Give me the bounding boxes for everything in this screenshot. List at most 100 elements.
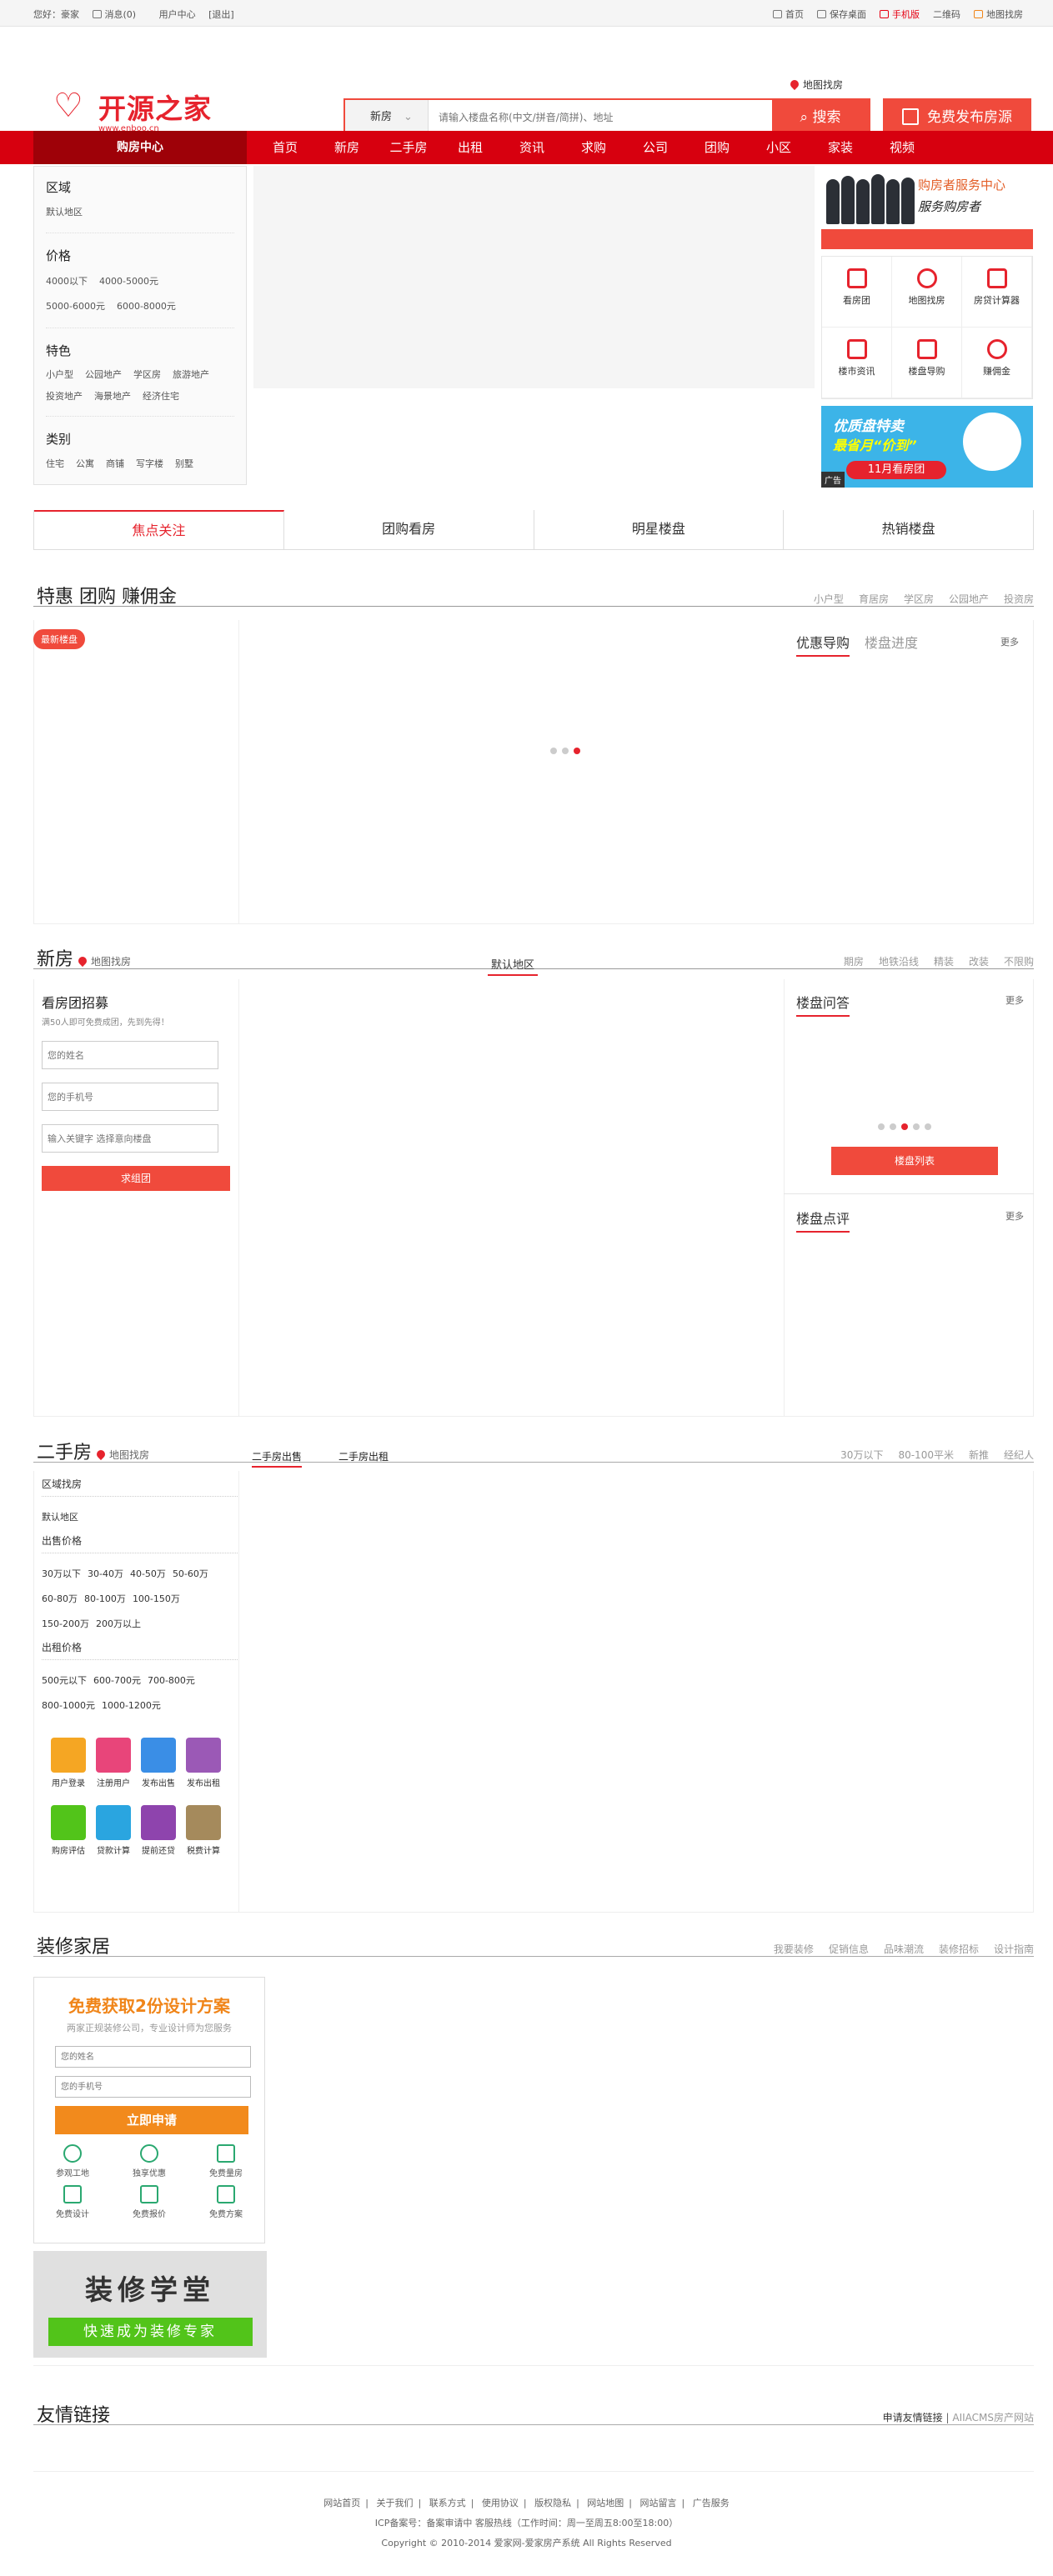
- tab-ershou-rent[interactable]: 二手房出租: [338, 1449, 389, 1463]
- newhouse-link[interactable]: 期房: [844, 954, 864, 968]
- aiia-link[interactable]: AIIACMS房产网站: [952, 2412, 1034, 2423]
- footer-link[interactable]: 关于我们: [376, 2498, 413, 2508]
- filter-option[interactable]: 经济住宅: [143, 391, 179, 402]
- filter-option[interactable]: 公寓: [76, 458, 94, 469]
- newhouse-link[interactable]: 改装: [969, 954, 989, 968]
- filter-option[interactable]: 60-80万: [42, 1593, 78, 1604]
- special-link[interactable]: 学区房: [904, 592, 934, 606]
- review-more-link[interactable]: 更多: [1005, 1209, 1024, 1223]
- service-market-news[interactable]: 楼市资讯: [822, 328, 892, 398]
- carousel-dot[interactable]: [925, 1123, 931, 1130]
- apply-now-button[interactable]: 立即申请: [55, 2106, 248, 2134]
- newhouse-link[interactable]: 地铁沿线: [879, 954, 919, 968]
- filter-option[interactable]: 小户型: [46, 369, 73, 380]
- newhouse-map-link[interactable]: 地图找房: [76, 954, 131, 968]
- service-loan-calculator[interactable]: 房贷计算器: [962, 257, 1032, 328]
- filter-option[interactable]: 投资地产: [46, 391, 83, 402]
- filter-option[interactable]: 500元以下: [42, 1675, 87, 1686]
- newest-projects-badge[interactable]: 最新楼盘: [33, 629, 85, 649]
- carousel-dot[interactable]: [562, 748, 569, 754]
- tab-focus[interactable]: 焦点关注: [34, 510, 284, 549]
- project-list-button[interactable]: 楼盘列表: [831, 1147, 998, 1175]
- tool-user-login[interactable]: 用户登录: [46, 1738, 91, 1788]
- filter-option[interactable]: 150-200万: [42, 1618, 89, 1629]
- filter-option[interactable]: 商铺: [106, 458, 124, 469]
- zhuangxiu-link[interactable]: 装修招标: [939, 1942, 979, 1956]
- zhuangxiu-link[interactable]: 我要装修: [774, 1942, 814, 1956]
- tab-ershou-sale[interactable]: 二手房出售: [252, 1449, 303, 1468]
- carousel-dot[interactable]: [550, 748, 557, 754]
- filter-option[interactable]: 4000-5000元: [99, 276, 158, 287]
- service-earn-commission[interactable]: 赚佣金: [962, 328, 1032, 398]
- ershou-link[interactable]: 新推: [969, 1448, 989, 1462]
- ershou-link[interactable]: 80-100平米: [898, 1448, 954, 1462]
- footer-link[interactable]: 网站地图: [587, 2498, 624, 2508]
- special-more-link[interactable]: 更多: [1000, 635, 1019, 648]
- review-title[interactable]: 楼盘点评: [796, 1208, 850, 1233]
- tab-star-projects[interactable]: 明星楼盘: [534, 510, 785, 549]
- carousel-dot-active[interactable]: [901, 1123, 908, 1130]
- nav-item-home[interactable]: 首页: [254, 131, 316, 164]
- tool-loan-calc[interactable]: 贷款计算: [91, 1805, 136, 1856]
- tab-project-progress[interactable]: 楼盘进度: [865, 632, 918, 657]
- filter-option[interactable]: 700-800元: [148, 1675, 195, 1686]
- filter-option[interactable]: 5000-6000元: [46, 301, 105, 312]
- search-input[interactable]: [429, 100, 772, 135]
- service-map-search[interactable]: 地图找房: [892, 257, 962, 328]
- filter-option[interactable]: 800-1000元: [42, 1700, 95, 1711]
- footer-link[interactable]: 网站留言: [640, 2498, 677, 2508]
- carousel-dot[interactable]: [913, 1123, 920, 1130]
- ershou-link[interactable]: 经纪人: [1004, 1448, 1034, 1462]
- filter-option[interactable]: 30-40万: [88, 1568, 123, 1579]
- qrcode-link[interactable]: 二维码: [933, 8, 960, 21]
- service-tour-group[interactable]: 看房团: [822, 257, 892, 328]
- nav-buy-center[interactable]: 购房中心: [33, 131, 247, 164]
- nav-item-decoration[interactable]: 家装: [810, 131, 871, 164]
- nav-item-community[interactable]: 小区: [748, 131, 810, 164]
- footer-link[interactable]: 网站首页: [323, 2498, 360, 2508]
- footer-link[interactable]: 广告服务: [693, 2498, 730, 2508]
- zx-name-field[interactable]: [55, 2046, 251, 2068]
- filter-option[interactable]: 旅游地产: [173, 369, 209, 380]
- nav-item-video[interactable]: 视频: [871, 131, 933, 164]
- filter-option[interactable]: 住宅: [46, 458, 64, 469]
- nav-item-company[interactable]: 公司: [624, 131, 686, 164]
- qa-title[interactable]: 楼盘问答: [796, 992, 850, 1017]
- filter-option[interactable]: 80-100万: [84, 1593, 126, 1604]
- newhouse-link[interactable]: 不限购: [1004, 954, 1034, 968]
- nav-item-second-hand[interactable]: 二手房: [378, 131, 439, 164]
- zhuangxiu-link[interactable]: 品味潮流: [884, 1942, 924, 1956]
- filter-option[interactable]: 100-150万: [133, 1593, 180, 1604]
- benefit-design[interactable]: 免费设计: [34, 2185, 111, 2219]
- filter-option[interactable]: 1000-1200元: [102, 1700, 161, 1711]
- ershou-area-default[interactable]: 默认地区: [42, 1505, 238, 1530]
- filter-option[interactable]: 40-50万: [130, 1568, 166, 1579]
- filter-option[interactable]: 别墅: [175, 458, 193, 469]
- mobile-link[interactable]: 手机版: [880, 8, 920, 21]
- newhouse-area-tab[interactable]: 默认地区: [488, 956, 539, 976]
- site-logo[interactable]: ♡ 开源之家 www.enboo.cn: [50, 87, 212, 133]
- filter-option[interactable]: 海景地产: [94, 391, 131, 402]
- filter-option[interactable]: 学区房: [133, 369, 161, 380]
- footer-link[interactable]: 联系方式: [429, 2498, 466, 2508]
- tab-hot-projects[interactable]: 热销楼盘: [784, 510, 1033, 549]
- special-link[interactable]: 育居房: [859, 592, 889, 606]
- filter-option[interactable]: 写字楼: [136, 458, 163, 469]
- filter-option[interactable]: 4000以下: [46, 276, 88, 287]
- save-desktop-link[interactable]: 保存桌面: [817, 8, 866, 21]
- benefit-plan[interactable]: 免费方案: [188, 2185, 264, 2219]
- benefit-discount[interactable]: 独享优惠: [111, 2144, 188, 2178]
- tool-prepayment[interactable]: 提前还贷: [136, 1805, 181, 1856]
- main-banner[interactable]: [253, 166, 815, 388]
- tool-register[interactable]: 注册用户: [91, 1738, 136, 1788]
- benefit-visit-site[interactable]: 参观工地: [34, 2144, 111, 2178]
- tab-group-tour[interactable]: 团购看房: [284, 510, 534, 549]
- filter-option[interactable]: 200万以上: [96, 1618, 141, 1629]
- messages-link[interactable]: 消息(0): [92, 9, 147, 20]
- tool-tax-calc[interactable]: 税费计算: [181, 1805, 226, 1856]
- zx-phone-field[interactable]: [55, 2076, 251, 2098]
- ershou-link[interactable]: 30万以下: [840, 1448, 883, 1462]
- filter-option[interactable]: 50-60万: [173, 1568, 208, 1579]
- filter-option[interactable]: 公园地产: [85, 369, 122, 380]
- search-type-select[interactable]: 新房: [345, 100, 429, 135]
